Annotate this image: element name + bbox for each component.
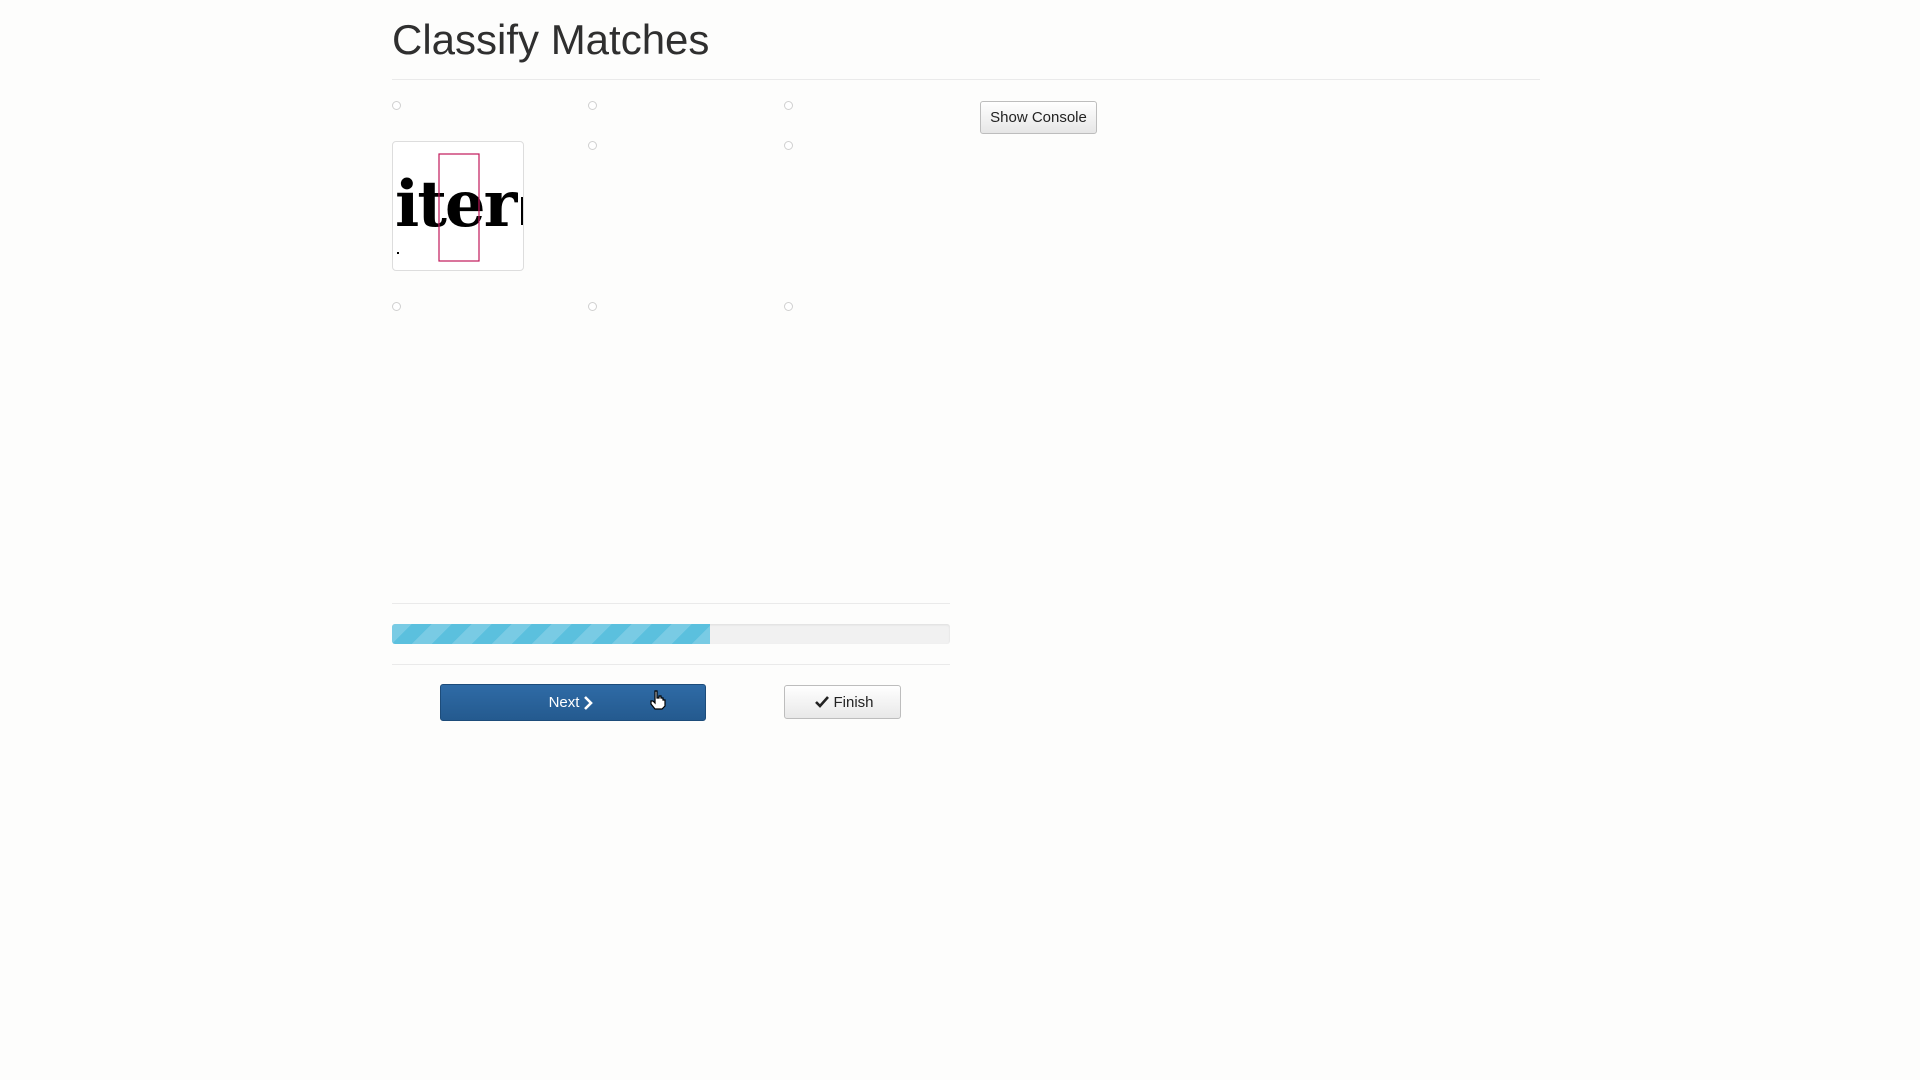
check-icon [815, 696, 830, 708]
progress-bar [392, 624, 950, 644]
radio-option[interactable] [784, 141, 793, 150]
show-console-button[interactable]: Show Console [980, 101, 1097, 134]
next-label: Next [548, 694, 580, 711]
hand-pointer-icon [650, 690, 666, 715]
radio-option[interactable] [784, 101, 793, 110]
progress-fill [392, 624, 711, 644]
radio-option[interactable] [392, 302, 401, 311]
radio-option[interactable] [784, 302, 793, 311]
radio-option[interactable] [392, 101, 401, 110]
next-button[interactable]: Next [440, 684, 706, 721]
chevron-right-icon [583, 695, 594, 710]
match-thumbnail[interactable]: iter [392, 141, 524, 271]
match-image: iter [395, 153, 523, 262]
finish-button[interactable]: Finish [784, 685, 901, 719]
finish-label: Finish [833, 693, 874, 711]
title-divider [392, 79, 1540, 80]
progress-bottom-divider [392, 664, 950, 665]
match-glyphs: iter [395, 167, 519, 242]
progress-top-divider [392, 603, 950, 604]
radio-option[interactable] [588, 101, 597, 110]
page-title: Classify Matches [392, 16, 710, 63]
radio-option[interactable] [588, 302, 597, 311]
radio-option[interactable] [588, 141, 597, 150]
